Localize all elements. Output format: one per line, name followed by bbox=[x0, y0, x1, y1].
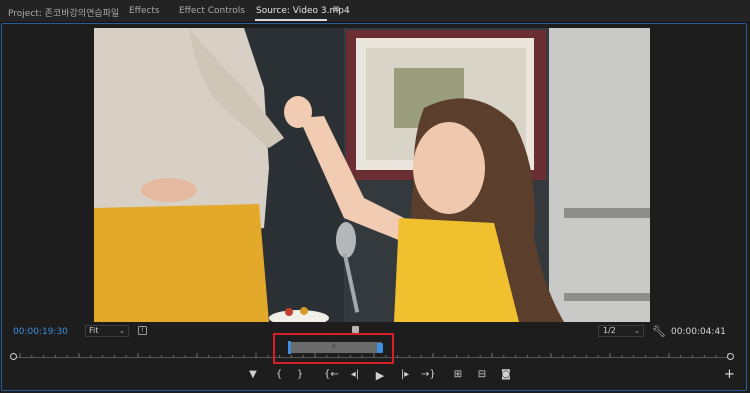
chevron-down-icon: ⌄ bbox=[119, 327, 125, 335]
duration-timecode: 00:00:04:41 bbox=[671, 327, 726, 337]
playback-resolution-select[interactable]: 1/2 ⌄ bbox=[598, 325, 644, 337]
settings-icon[interactable]: ! bbox=[138, 326, 147, 335]
zoom-level-value: Fit bbox=[89, 326, 99, 335]
active-tab-indicator bbox=[255, 19, 327, 21]
mark-in-icon[interactable]: { bbox=[272, 369, 286, 380]
wrench-icon[interactable]: 🔧︎ bbox=[652, 325, 666, 338]
go-to-in-icon[interactable]: {← bbox=[324, 369, 339, 380]
annotation-highlight-box bbox=[273, 333, 394, 364]
tab-effect-controls[interactable]: Effect Controls bbox=[179, 6, 245, 16]
mark-out-icon[interactable]: } bbox=[293, 369, 307, 380]
insert-icon[interactable]: ⊞ bbox=[451, 369, 465, 380]
go-to-out-icon[interactable]: →} bbox=[421, 369, 436, 380]
zoom-level-select[interactable]: Fit ⌄ bbox=[85, 325, 129, 337]
video-preview bbox=[94, 28, 650, 322]
tab-project[interactable]: Project: 존코바강의연습파일 bbox=[8, 6, 119, 19]
step-back-icon[interactable]: ◂| bbox=[348, 369, 362, 380]
current-timecode[interactable]: 00:00:19:30 bbox=[13, 327, 68, 337]
playhead-handle[interactable] bbox=[10, 353, 17, 360]
export-frame-icon[interactable]: ◙ bbox=[499, 369, 513, 380]
tab-effects[interactable]: Effects bbox=[129, 6, 160, 16]
panel-tab-bar: Project: 존코바강의연습파일 Effects Effect Contro… bbox=[0, 0, 750, 23]
playback-resolution-value: 1/2 bbox=[603, 326, 616, 335]
add-marker-icon[interactable]: ▼ bbox=[246, 369, 260, 380]
overwrite-icon[interactable]: ⊟ bbox=[475, 369, 489, 380]
video-frame-image bbox=[94, 28, 650, 322]
step-forward-icon[interactable]: |▸ bbox=[398, 369, 412, 380]
marker-icon[interactable] bbox=[352, 326, 359, 333]
play-icon[interactable]: ▶ bbox=[373, 369, 387, 382]
panel-menu-icon[interactable]: ≡ bbox=[332, 4, 340, 15]
chevron-down-icon: ⌄ bbox=[634, 327, 640, 335]
zoom-end-handle[interactable] bbox=[727, 353, 734, 360]
add-button-icon[interactable]: + bbox=[724, 367, 735, 382]
